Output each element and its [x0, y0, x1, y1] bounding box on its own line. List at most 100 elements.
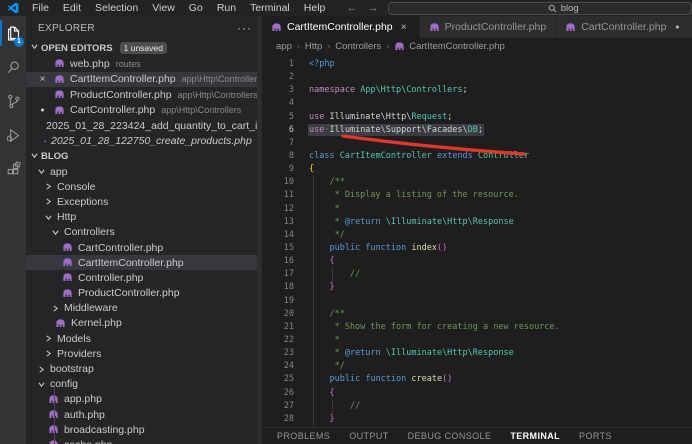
tree-file-auth-php[interactable]: auth.php	[26, 407, 262, 422]
line-number[interactable]: 11	[262, 189, 294, 202]
workspace-header[interactable]: BLOG	[26, 149, 262, 164]
tree-file-broadcasting-php[interactable]: broadcasting.php	[26, 422, 262, 437]
line-number[interactable]: 26	[262, 387, 294, 400]
code-line[interactable]: 11 * Display a listing of the resource.	[262, 189, 692, 202]
code-line[interactable]: 6 use·Illuminate\Support\Facades\DB;	[262, 124, 692, 137]
line-number[interactable]: 4	[262, 97, 294, 110]
breadcrumb-item[interactable]: app	[276, 41, 292, 52]
code-line[interactable]: 23 * @return \Illuminate\Http\Response	[262, 347, 692, 360]
line-number[interactable]: 23	[262, 347, 294, 360]
code-line[interactable]: 16 {	[262, 255, 692, 268]
tree-folder-middleware[interactable]: Middleware	[26, 301, 262, 316]
tab-productcontroller-php[interactable]: ProductController.php	[419, 16, 557, 38]
code-line[interactable]: 14 */	[262, 229, 692, 242]
line-number[interactable]: 3	[262, 84, 294, 97]
more-actions-icon[interactable]: ···	[237, 22, 252, 34]
tree-folder-console[interactable]: Console	[26, 179, 262, 194]
line-number[interactable]: 27	[262, 400, 294, 413]
code-line[interactable]: 2	[262, 71, 692, 84]
menu-help[interactable]: Help	[297, 0, 333, 16]
tab-cartcontroller-php[interactable]: CartController.php ●	[556, 16, 692, 38]
line-number[interactable]: 22	[262, 334, 294, 347]
code-line[interactable]: 26 {	[262, 387, 692, 400]
line-number[interactable]: 1	[262, 58, 294, 71]
command-center-search[interactable]: blog	[388, 1, 692, 15]
close-icon[interactable]: ×	[398, 22, 410, 33]
modified-dot-icon[interactable]: ●	[671, 24, 683, 31]
code-line[interactable]: 20 /**	[262, 308, 692, 321]
code-editor[interactable]: 1 <?php 2 3 namespace App\Http\Controllers; 4…	[262, 54, 692, 428]
menu-view[interactable]: View	[145, 0, 182, 16]
code-line[interactable]: 5 use Illuminate\Http\Request;	[262, 111, 692, 124]
code-line[interactable]: 9{	[262, 163, 692, 176]
code-line[interactable]: 25 public function create()	[262, 373, 692, 386]
open-editors-header[interactable]: OPEN EDITORS 1 unsaved	[26, 40, 262, 56]
line-number[interactable]: 19	[262, 295, 294, 308]
code-line[interactable]: 7	[262, 137, 692, 150]
tree-file-productcontroller-php[interactable]: ProductController.php	[26, 286, 262, 301]
tree-folder-http[interactable]: Http	[26, 210, 262, 225]
extensions-icon[interactable]	[0, 152, 26, 186]
code-line[interactable]: 22 *	[262, 334, 692, 347]
panel-tab-output[interactable]: OUTPUT	[349, 431, 388, 441]
line-number[interactable]: 17	[262, 268, 294, 281]
breadcrumb-item[interactable]: Controllers	[335, 41, 381, 52]
line-number[interactable]: 2	[262, 71, 294, 84]
open-editor-item[interactable]: ● CartController.php app\Http\Controllers	[26, 103, 262, 119]
code-line[interactable]: 28 }	[262, 413, 692, 426]
tree-file-app-php[interactable]: app.php	[26, 392, 262, 407]
menu-run[interactable]: Run	[210, 0, 243, 16]
tree-file-controller-php[interactable]: Controller.php	[26, 270, 262, 285]
menu-go[interactable]: Go	[182, 0, 210, 16]
panel-tab-ports[interactable]: PORTS	[579, 431, 612, 441]
menu-edit[interactable]: Edit	[56, 0, 88, 16]
tree-folder-providers[interactable]: Providers	[26, 346, 262, 361]
code-line[interactable]: 12 *	[262, 203, 692, 216]
line-number[interactable]: 10	[262, 176, 294, 189]
search-panel-icon[interactable]	[0, 50, 26, 84]
line-number[interactable]: 14	[262, 229, 294, 242]
menu-selection[interactable]: Selection	[88, 0, 145, 16]
line-number[interactable]: 15	[262, 242, 294, 255]
close-icon[interactable]: ×	[36, 74, 49, 85]
code-line[interactable]: 1 <?php	[262, 58, 692, 71]
menu-file[interactable]: File	[25, 0, 56, 16]
open-editor-item[interactable]: web.php routes	[26, 56, 262, 72]
code-line[interactable]: 8 class CartItemController extends Contro…	[262, 150, 692, 163]
line-number[interactable]: 20	[262, 308, 294, 321]
sidebar-scrollbar[interactable]	[257, 16, 262, 444]
source-control-icon[interactable]	[0, 84, 26, 118]
line-number[interactable]: 16	[262, 255, 294, 268]
breadcrumb-item[interactable]: CartItemController.php	[394, 41, 505, 52]
run-debug-icon[interactable]	[0, 118, 26, 152]
menu-terminal[interactable]: Terminal	[243, 0, 297, 16]
code-line[interactable]: 19	[262, 295, 692, 308]
tree-folder-exceptions[interactable]: Exceptions	[26, 194, 262, 209]
panel-tab-problems[interactable]: PROBLEMS	[277, 431, 330, 441]
breadcrumb-item[interactable]: Http	[305, 41, 322, 52]
tree-file-kernel-php[interactable]: Kernel.php	[26, 316, 262, 331]
code-line[interactable]: 27 //	[262, 400, 692, 413]
forward-arrow-icon[interactable]: →	[367, 2, 378, 14]
code-line[interactable]: 10 /**	[262, 176, 692, 189]
line-number[interactable]: 12	[262, 203, 294, 216]
tree-file-cartitemcontroller-php[interactable]: CartItemController.php	[26, 255, 262, 271]
code-line[interactable]: 18 }	[262, 281, 692, 294]
code-line[interactable]: 24 */	[262, 360, 692, 373]
tree-file-cache-php[interactable]: cache.php	[26, 437, 262, 444]
modified-dot-icon[interactable]: ●	[36, 107, 49, 114]
explorer-icon[interactable]: 1	[0, 16, 26, 50]
line-number[interactable]: 6	[262, 124, 294, 137]
tree-folder-models[interactable]: Models	[26, 331, 262, 346]
line-number[interactable]: 18	[262, 281, 294, 294]
code-line[interactable]: 13 * @return \Illuminate\Http\Response	[262, 216, 692, 229]
line-number[interactable]: 28	[262, 413, 294, 426]
line-number[interactable]: 8	[262, 150, 294, 163]
code-line[interactable]: 15 public function index()	[262, 242, 692, 255]
tree-folder-bootstrap[interactable]: bootstrap	[26, 361, 262, 376]
tree-folder-config[interactable]: config	[26, 377, 262, 392]
line-number[interactable]: 9	[262, 163, 294, 176]
open-editor-item[interactable]: 2025_01_28_223424_add_quantity_to_cart_i…	[26, 118, 262, 134]
line-number[interactable]: 7	[262, 137, 294, 150]
code-line[interactable]: 3 namespace App\Http\Controllers;	[262, 84, 692, 97]
